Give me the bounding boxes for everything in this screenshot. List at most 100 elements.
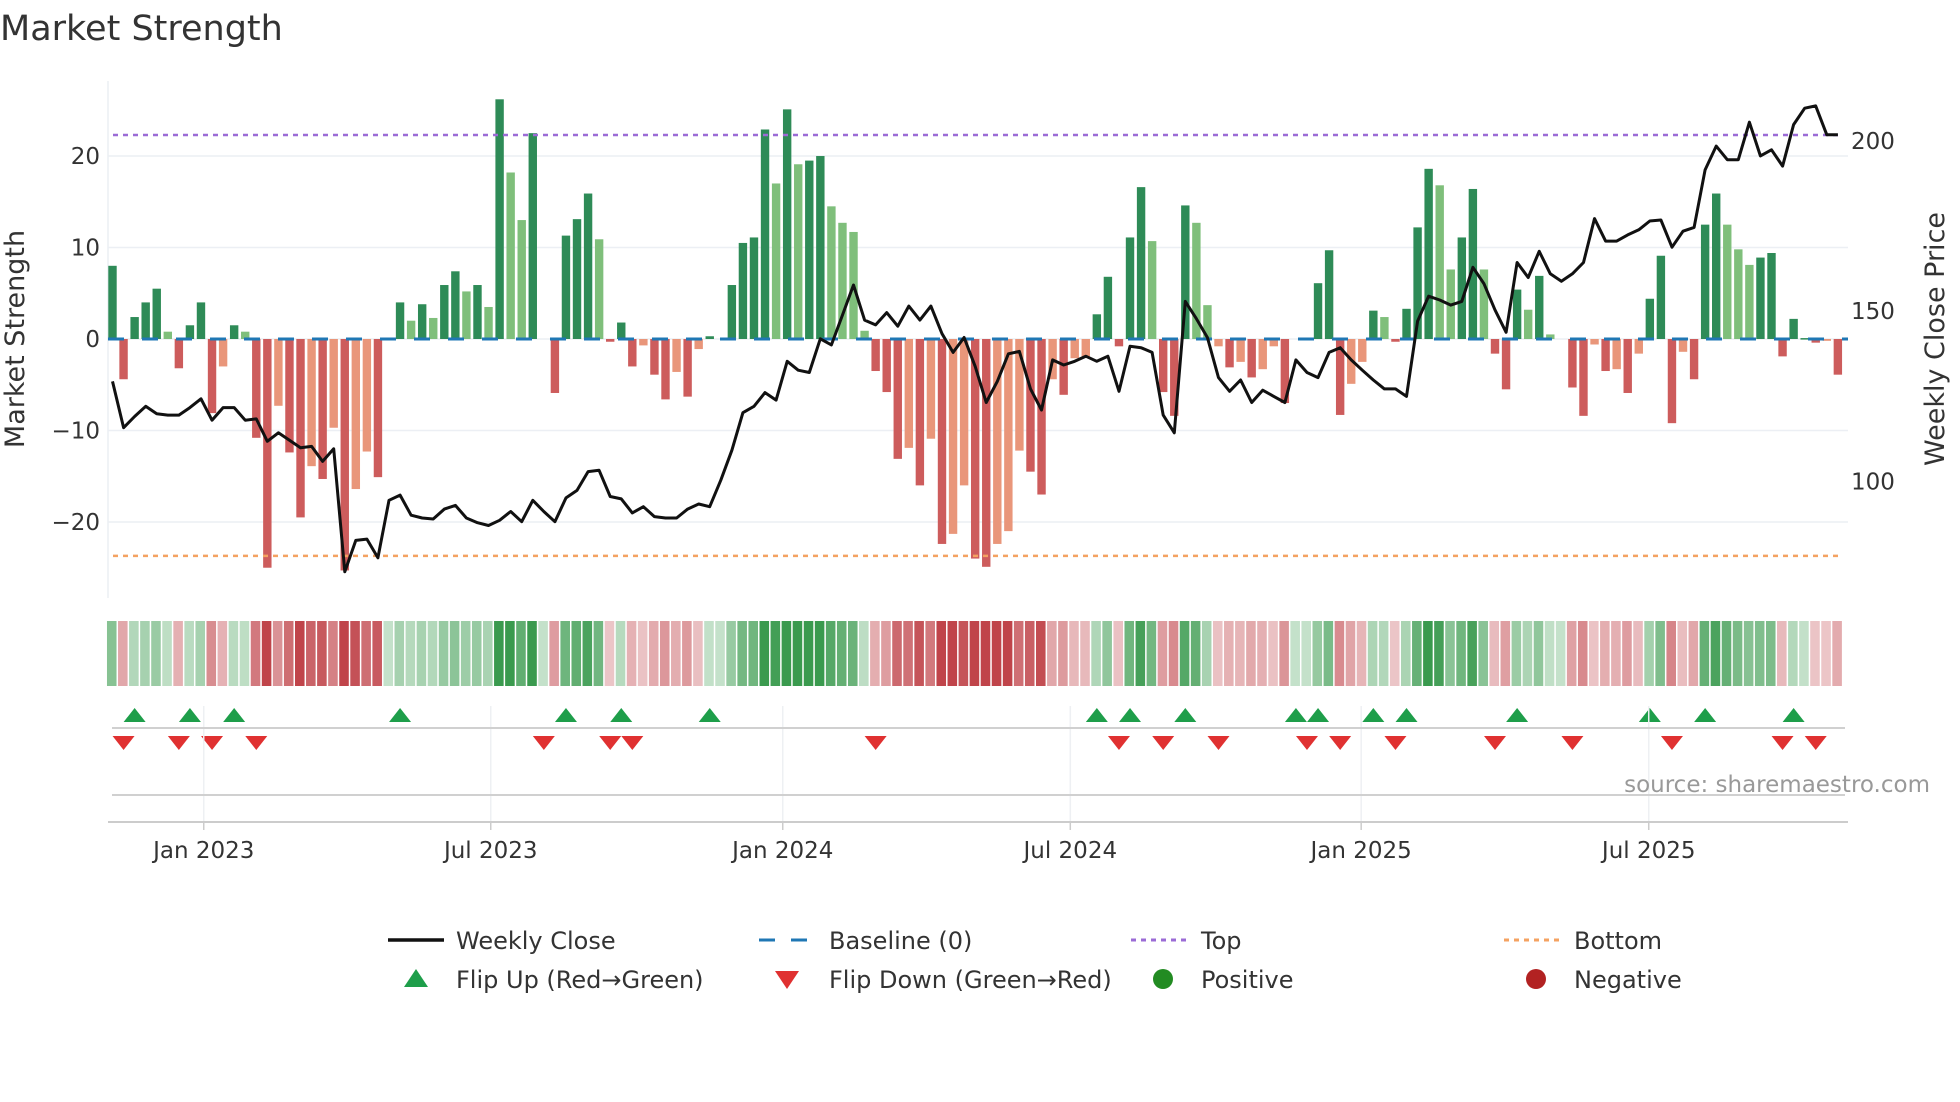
strength-bar [141, 302, 150, 339]
strip-cell [1688, 621, 1699, 686]
strength-bar [362, 339, 372, 452]
strength-bar [517, 220, 526, 339]
strip-cell [1832, 621, 1842, 686]
strength-bar [1634, 339, 1643, 354]
strip-cell [1611, 621, 1621, 686]
strip-cell [1091, 621, 1101, 686]
strip-cell [350, 621, 360, 686]
legend-label: Baseline (0) [829, 927, 972, 955]
legend-label: Positive [1201, 966, 1294, 994]
strip-cell [272, 621, 283, 686]
strength-bar [650, 339, 659, 375]
y2-tick-label: 100 [1851, 470, 1895, 496]
strength-bar [406, 320, 416, 339]
strength-bar [1700, 224, 1710, 339]
strip-cell [1146, 621, 1157, 686]
strength-bar [1568, 339, 1577, 388]
x-tick-label: Jan 2024 [730, 838, 833, 864]
strip-cell [1765, 621, 1776, 686]
strip-cell [1566, 621, 1577, 686]
strip-cell [1389, 621, 1400, 686]
strength-bar [1081, 339, 1090, 357]
flip-down-marker [1660, 736, 1683, 750]
strength-bar [440, 285, 449, 339]
strength-bar [351, 339, 361, 490]
strength-bar [1579, 339, 1588, 416]
legend-label: Top [1200, 927, 1242, 955]
flip-down-marker [167, 736, 190, 750]
flip-up-marker [178, 708, 201, 722]
strip-cell [980, 621, 991, 686]
strip-cell [682, 621, 692, 686]
x-tick-label: Jul 2023 [442, 838, 538, 864]
strength-bar [805, 160, 814, 339]
strength-bar [871, 339, 880, 372]
strength-bar [1435, 185, 1444, 339]
x-tick-label: Jan 2023 [151, 838, 254, 864]
strip-cell [1024, 621, 1035, 686]
strip-cell [1799, 621, 1809, 686]
strip-cell [416, 621, 427, 686]
strength-bar [1092, 314, 1102, 339]
strip-cell [372, 621, 382, 686]
strength-bar [1590, 339, 1599, 345]
strip-cell [306, 621, 316, 686]
strength-bar [1258, 339, 1267, 370]
strip-cell [1301, 621, 1312, 686]
strength-bar [1402, 308, 1411, 339]
strength-bar [528, 133, 537, 339]
strength-bar [274, 339, 283, 406]
strength-bar [108, 265, 117, 339]
strip-cell [1279, 621, 1289, 686]
strip-cell [1190, 621, 1201, 686]
strip-cell [505, 621, 515, 686]
legend-item: Flip Down (Green→Red) [775, 966, 1112, 994]
strength-bar [229, 325, 239, 339]
y-tick-label: 10 [71, 236, 100, 262]
strip-cell [1047, 621, 1057, 686]
strip-cell [693, 621, 703, 686]
chart-title: Market Strength [0, 9, 283, 49]
strip-cell [1721, 621, 1732, 686]
strength-bar [1523, 309, 1533, 339]
strength-bar [1512, 289, 1522, 339]
strip-cell [1356, 621, 1367, 686]
strip-cell [339, 621, 349, 686]
strip-cell [228, 621, 239, 686]
strength-bar [1147, 241, 1157, 339]
flip-down-marker [1107, 736, 1130, 750]
strip-cell [1533, 621, 1544, 686]
strength-bar [473, 285, 482, 339]
strength-bar [417, 304, 427, 339]
strength-bar [119, 339, 128, 380]
strength-bar [1833, 339, 1843, 375]
strength-bar [1800, 338, 1809, 340]
strength-bar [373, 339, 383, 478]
strip-cell [1777, 621, 1787, 686]
strength-bar [683, 339, 692, 397]
strength-bar [1070, 339, 1079, 359]
flip-up-marker [1694, 708, 1717, 722]
strength-bar [1678, 339, 1688, 352]
legend-item: Positive [1153, 966, 1294, 994]
y-tick-label: 0 [85, 327, 100, 353]
strip-cell [1268, 621, 1278, 686]
strip-cell [1467, 621, 1477, 686]
strip-cell [671, 621, 681, 686]
strength-bar [882, 339, 891, 393]
strip-cell [737, 621, 747, 686]
strength-bar [1214, 339, 1223, 347]
y2-axis-title: Weekly Close Price [1920, 212, 1951, 466]
strip-cell [748, 621, 759, 686]
strip-cell [1224, 621, 1234, 686]
strip-cell [936, 621, 947, 686]
strip-cell [1810, 621, 1820, 686]
strip-cell [770, 621, 781, 686]
strip-cell [1212, 621, 1223, 686]
legend-label: Bottom [1574, 927, 1662, 955]
strip-cell [1334, 621, 1345, 686]
strip-cell [1589, 621, 1599, 686]
source-label: source: sharemaestro.com [1624, 772, 1930, 798]
legend-item: Negative [1526, 966, 1682, 994]
y-axis-title: Market Strength [0, 230, 31, 448]
